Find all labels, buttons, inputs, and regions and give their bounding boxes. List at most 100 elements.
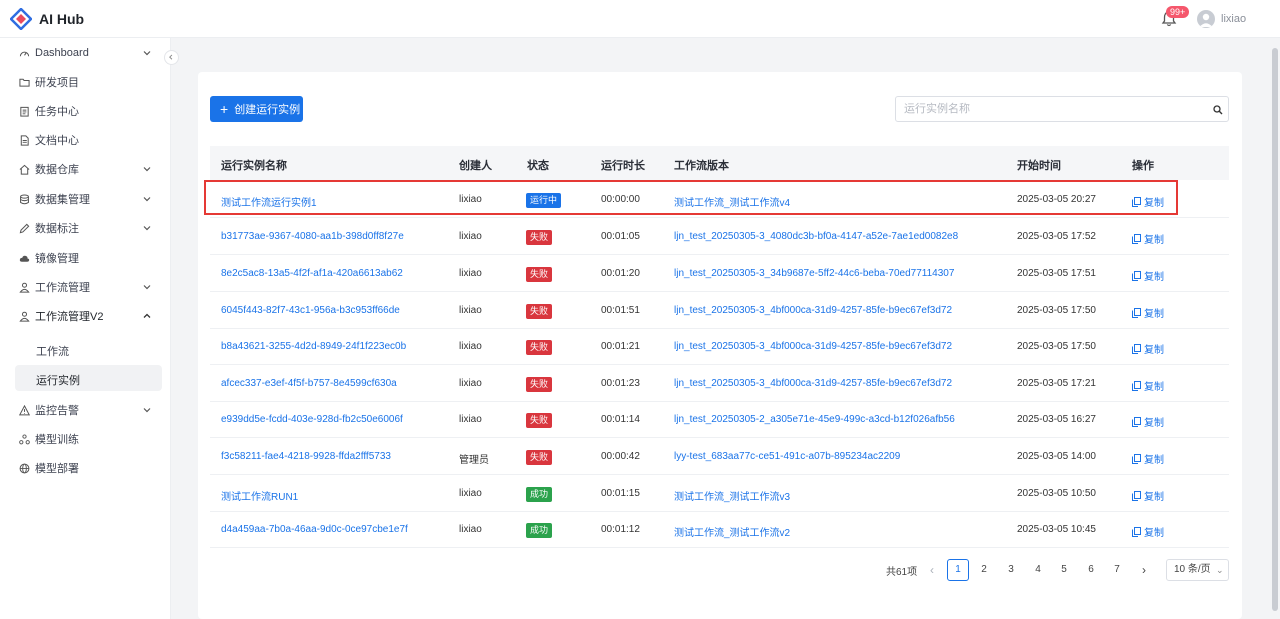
next-page-button[interactable]: › [1133,559,1155,581]
copy-button[interactable]: 复制 [1132,378,1164,393]
sidebar-item-dashboard[interactable]: Dashboard [0,39,171,67]
start-time-cell: 2025-03-05 16:27 [1017,414,1096,425]
creator-cell: lixiao [459,341,482,352]
run-instance-name-link[interactable]: d4a459aa-7b0a-46aa-9d0c-0ce97cbe1e7f [221,524,408,535]
sidebar-item-monitoring[interactable]: 监控告警 [0,396,171,424]
workflow-version-link[interactable]: ljn_test_20250305-2_a305e71e-45e9-499c-a… [674,414,955,425]
copy-button[interactable]: 复制 [1132,194,1164,209]
copy-button[interactable]: 复制 [1132,341,1164,356]
sidebar-subitem-workflow[interactable]: 工作流 [15,336,162,362]
sidebar-item-tasks[interactable]: 任务中心 [0,97,171,125]
sidebar-item-label: 工作流管理V2 [35,311,104,323]
copy-icon [1132,233,1141,244]
table-row: d4a459aa-7b0a-46aa-9d0c-0ce97cbe1e7f lix… [210,511,1229,548]
sidebar-item-deployment[interactable]: 模型部署 [0,454,171,482]
chevron-down-icon [143,408,151,413]
sidebar-item-label: 模型训练 [35,434,79,446]
workflow-version-link[interactable]: ljn_test_20250305-3_4bf000ca-31d9-4257-8… [674,341,952,352]
creator-cell: lixiao [459,524,482,535]
run-instance-name-link[interactable]: e939dd5e-fcdd-403e-928d-fb2c50e6006f [221,414,403,425]
copy-label: 复制 [1144,272,1164,283]
status-badge: 运行中 [526,193,562,208]
run-instance-name-link[interactable]: 8e2c5ac8-13a5-4f2f-af1a-420a6613ab62 [221,268,403,279]
start-time-cell: 2025-03-05 17:50 [1017,305,1096,316]
sidebar-item-datasets[interactable]: 数据集管理 [0,185,171,213]
sidebar-item-data-warehouse[interactable]: 数据仓库 [0,155,171,183]
workflow-version-link[interactable]: 测试工作流_测试工作流v2 [674,524,790,539]
app-logo[interactable]: AI Hub [10,8,84,30]
page-button[interactable]: 7 [1106,559,1128,581]
run-instance-name-link[interactable]: 6045f443-82f7-43c1-956a-b3c953ff66de [221,305,400,316]
sidebar: Dashboard 研发项目 任务中心 文档中心 数据仓库 数据集管理 数据标注… [0,38,171,619]
duration-cell: 00:01:05 [601,231,640,242]
sidebar-item-projects[interactable]: 研发项目 [0,68,171,96]
sidebar-item-images[interactable]: 镜像管理 [0,244,171,272]
start-time-cell: 2025-03-05 17:51 [1017,268,1096,279]
user-flow-icon [19,282,30,293]
copy-button[interactable]: 复制 [1132,524,1164,539]
create-button-label: 创建运行实例 [234,104,301,116]
column-header-creator: 创建人 [459,160,492,172]
logo-diamond-icon [10,8,32,30]
run-instance-name-link[interactable]: 测试工作流RUN1 [221,488,298,503]
page-button[interactable]: 1 [947,559,969,581]
username[interactable]: lixiao [1221,13,1246,25]
cloud-icon [19,255,30,262]
sidebar-item-workflow[interactable]: 工作流管理 [0,273,171,301]
workflow-version-link[interactable]: 测试工作流_测试工作流v3 [674,488,790,503]
run-instance-name-link[interactable]: b31773ae-9367-4080-aa1b-398d0ff8f27e [221,231,404,242]
search-box [895,96,1229,122]
workflow-version-link[interactable]: lyy-test_683aa77c-ce51-491c-a07b-895234a… [674,451,900,462]
workflow-version-link[interactable]: 测试工作流_测试工作流v4 [674,194,790,209]
run-instance-name-link[interactable]: b8a43621-3255-4d2d-8949-24f1f223ec0b [221,341,406,352]
duration-cell: 00:01:15 [601,488,640,499]
page-button[interactable]: 5 [1053,559,1075,581]
copy-button[interactable]: 复制 [1132,231,1164,246]
workflow-version-link[interactable]: ljn_test_20250305-3_4bf000ca-31d9-4257-8… [674,378,952,389]
duration-cell: 00:00:00 [601,194,640,205]
copy-icon [1132,416,1141,427]
page-button[interactable]: 4 [1027,559,1049,581]
page-button[interactable]: 3 [1000,559,1022,581]
sidebar-item-docs[interactable]: 文档中心 [0,126,171,154]
table-header: 运行实例名称 创建人 状态 运行时长 工作流版本 开始时间 操作 [210,146,1229,180]
create-run-instance-button[interactable]: + 创建运行实例 [210,96,303,122]
workflow-version-link[interactable]: ljn_test_20250305-3_4bf000ca-31d9-4257-8… [674,305,952,316]
copy-icon [1132,380,1141,391]
run-instance-name-link[interactable]: 测试工作流运行实例1 [221,194,317,209]
avatar[interactable] [1197,10,1215,28]
globe-icon [19,463,30,473]
run-instance-name-link[interactable]: afcec337-e3ef-4f5f-b757-8e4599cf630a [221,378,397,389]
creator-cell: 管理员 [459,455,489,466]
copy-button[interactable]: 复制 [1132,305,1164,320]
sidebar-subitem-run-instances[interactable]: 运行实例 [15,365,162,391]
page-button[interactable]: 6 [1080,559,1102,581]
page-size-select[interactable]: 10 条/页 ⌄ [1166,559,1229,581]
page-button[interactable]: 2 [973,559,995,581]
start-time-cell: 2025-03-05 20:27 [1017,194,1096,205]
search-icon[interactable] [1213,105,1223,115]
copy-button[interactable]: 复制 [1132,451,1164,466]
workflow-version-link[interactable]: ljn_test_20250305-3_4080dc3b-bf0a-4147-a… [674,231,958,242]
copy-button[interactable]: 复制 [1132,488,1164,503]
status-badge: 失败 [526,377,553,392]
chevron-left-icon [169,54,173,60]
workflow-version-link[interactable]: ljn_test_20250305-3_34b9687e-5ff2-44c6-b… [674,268,954,279]
run-instance-name-link[interactable]: f3c58211-fae4-4218-9928-ffda2fff5733 [221,451,391,462]
creator-cell: lixiao [459,305,482,316]
user-flow-icon [19,311,30,322]
start-time-cell: 2025-03-05 17:50 [1017,341,1096,352]
sidebar-item-annotation[interactable]: 数据标注 [0,214,171,242]
search-input[interactable] [896,97,1196,121]
database-icon [20,194,29,204]
sidebar-item-training[interactable]: 模型训练 [0,425,171,453]
sidebar-collapse-button[interactable] [164,50,179,65]
sidebar-item-workflow-v2[interactable]: 工作流管理V2 [0,302,171,330]
scrollbar-thumb[interactable] [1272,48,1278,611]
column-header-name: 运行实例名称 [221,160,287,172]
prev-page-button[interactable]: ‹ [921,559,943,581]
copy-button[interactable]: 复制 [1132,268,1164,283]
copy-button[interactable]: 复制 [1132,414,1164,429]
page-scrollbar[interactable] [1270,38,1280,619]
sidebar-subitem-label: 运行实例 [36,375,80,387]
